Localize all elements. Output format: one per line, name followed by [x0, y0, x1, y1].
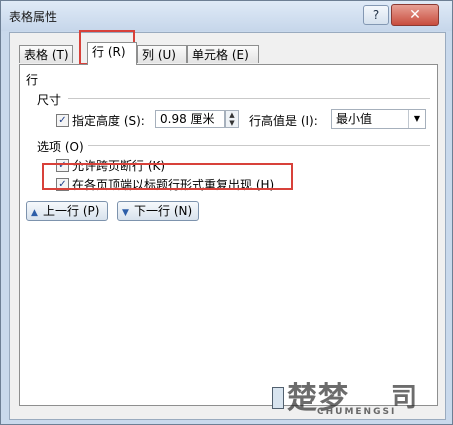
previous-row-label: 上一行 (P)	[43, 204, 100, 218]
chevron-down-icon[interactable]: ▼	[408, 110, 425, 128]
next-row-button[interactable]: ▼ 下一行 (N)	[117, 201, 199, 221]
options-section-label: 选项 (O)	[37, 140, 84, 154]
dialog-client-area: 表格 (T) 行 (R) 列 (U) 单元格 (E) 行 尺寸 ✓ 指定高度 (…	[9, 30, 446, 420]
height-spinner[interactable]: ▲ ▼	[225, 110, 239, 128]
watermark-subtext: CHUMENGSI	[317, 407, 397, 417]
arrow-up-icon: ▲	[31, 208, 38, 218]
spin-down-icon[interactable]: ▼	[226, 119, 238, 127]
next-row-label: 下一行 (N)	[134, 204, 193, 218]
title-bar[interactable]: 表格属性 ? ✕	[1, 1, 452, 31]
specify-height-checkbox[interactable]: ✓	[56, 114, 69, 127]
tab-cell[interactable]: 单元格 (E)	[187, 45, 259, 63]
arrow-down-icon: ▼	[122, 208, 129, 218]
dialog-title: 表格属性	[9, 10, 58, 24]
size-section-divider	[68, 98, 430, 99]
options-section-divider	[88, 145, 430, 146]
row-tab-panel: 行 尺寸 ✓ 指定高度 (S): 0.98 厘米 ▲ ▼ 行高值是 (I): 最…	[19, 64, 438, 406]
row-height-mode-select[interactable]: 最小值 ▼	[331, 109, 426, 129]
highlight-repeat-header	[42, 163, 293, 190]
watermark-logo: 楚梦 司 CHUMENGSI	[281, 371, 441, 421]
row-height-mode-value: 最小值	[336, 112, 373, 126]
table-properties-dialog: 表格属性 ? ✕ 表格 (T) 行 (R) 列 (U) 单元格 (E) 行 尺寸…	[0, 0, 453, 425]
tab-row[interactable]: 行 (R)	[87, 42, 137, 65]
spin-up-icon[interactable]: ▲	[226, 111, 238, 119]
specify-height-label: 指定高度 (S):	[72, 114, 145, 128]
size-section-label: 尺寸	[37, 93, 62, 107]
row-height-mode-label: 行高值是 (I):	[249, 114, 318, 128]
close-button[interactable]: ✕	[391, 4, 439, 26]
tab-table[interactable]: 表格 (T)	[19, 45, 73, 63]
height-value-input[interactable]: 0.98 厘米	[155, 110, 225, 128]
help-button[interactable]: ?	[363, 5, 389, 25]
row-section-header: 行	[26, 73, 39, 87]
previous-row-button[interactable]: ▲ 上一行 (P)	[26, 201, 108, 221]
tab-column[interactable]: 列 (U)	[137, 45, 187, 63]
